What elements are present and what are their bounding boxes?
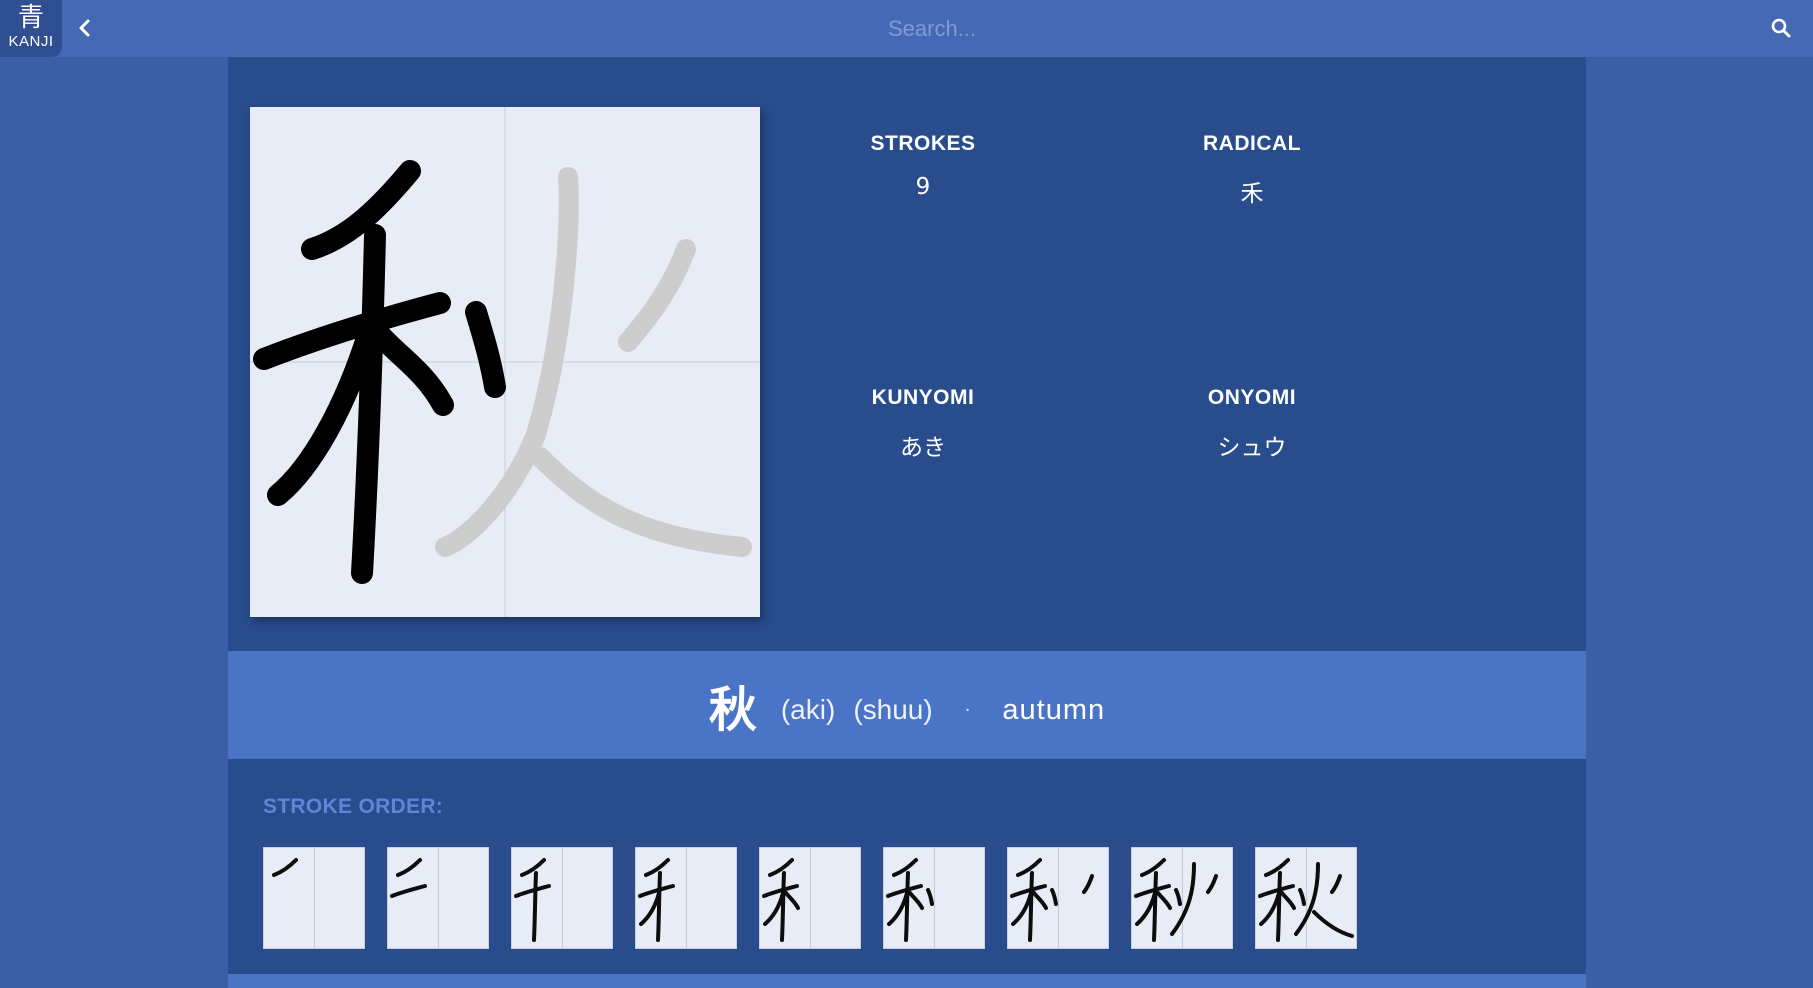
stroke-glyph bbox=[762, 858, 800, 942]
app-logo[interactable]: 青 KANJI bbox=[0, 0, 62, 57]
search-icon bbox=[1771, 18, 1791, 38]
stroke-step-1[interactable] bbox=[263, 847, 365, 949]
back-button[interactable] bbox=[74, 14, 96, 42]
strokes-value: 9 bbox=[915, 174, 931, 200]
kunyomi-info: KUNYOMI あき bbox=[823, 386, 1023, 462]
logo-kanji: 青 bbox=[17, 3, 44, 33]
kunyomi-label: KUNYOMI bbox=[871, 386, 975, 409]
stroke-glyph bbox=[1134, 858, 1218, 942]
separator-dot: · bbox=[964, 699, 971, 721]
kanji-stroke-canvas[interactable] bbox=[250, 107, 760, 617]
stroke-order-label: STROKE ORDER: bbox=[263, 795, 444, 818]
kanji-detail-panel: STROKES 9 RADICAL 禾 KUNYOMI あき ONYOMI シュ… bbox=[228, 57, 1586, 988]
logo-text: KANJI bbox=[8, 33, 54, 50]
search-input[interactable] bbox=[110, 8, 1754, 50]
stroke-step-7[interactable] bbox=[1007, 847, 1109, 949]
stroke-glyph bbox=[1010, 858, 1094, 942]
bottom-section-header bbox=[228, 974, 1586, 988]
radical-info: RADICAL 禾 bbox=[1152, 132, 1352, 208]
top-bar: 青 KANJI bbox=[0, 0, 1813, 57]
stroke-step-4[interactable] bbox=[635, 847, 737, 949]
stroke-step-3[interactable] bbox=[511, 847, 613, 949]
kunyomi-value: あき bbox=[900, 435, 946, 461]
stroke-order-list bbox=[263, 847, 1463, 949]
meaning-text: autumn bbox=[1002, 693, 1106, 726]
onyomi-label: ONYOMI bbox=[1207, 386, 1297, 409]
stroke-step-5[interactable] bbox=[759, 847, 861, 949]
kanji-drawing bbox=[250, 107, 760, 617]
onyomi-value: シュウ bbox=[1217, 435, 1287, 461]
stroke-step-9[interactable] bbox=[1255, 847, 1357, 949]
stroke-glyph bbox=[390, 858, 427, 898]
meaning-bar: 秋 (aki) (shuu) · autumn bbox=[228, 651, 1586, 759]
strokes-info: STROKES 9 bbox=[823, 132, 1023, 200]
stroke-glyph bbox=[638, 858, 675, 942]
meaning-kanji: 秋 bbox=[708, 682, 757, 738]
onyomi-info: ONYOMI シュウ bbox=[1152, 386, 1352, 462]
strokes-label: STROKES bbox=[870, 132, 976, 155]
radical-label: RADICAL bbox=[1203, 132, 1301, 155]
search-button[interactable] bbox=[1770, 17, 1792, 39]
radical-value[interactable]: 禾 bbox=[1152, 174, 1352, 208]
stroke-step-8[interactable] bbox=[1131, 847, 1233, 949]
stroke-glyph bbox=[1258, 858, 1354, 942]
stroke-step-2[interactable] bbox=[387, 847, 489, 949]
reading-kun: (aki) bbox=[780, 694, 836, 725]
chevron-left-icon bbox=[79, 19, 90, 37]
stroke-step-6[interactable] bbox=[883, 847, 985, 949]
stroke-glyph bbox=[514, 858, 551, 942]
reading-on: (shuu) bbox=[853, 694, 933, 725]
stroke-glyph bbox=[886, 858, 934, 942]
stroke-glyph bbox=[272, 858, 298, 877]
